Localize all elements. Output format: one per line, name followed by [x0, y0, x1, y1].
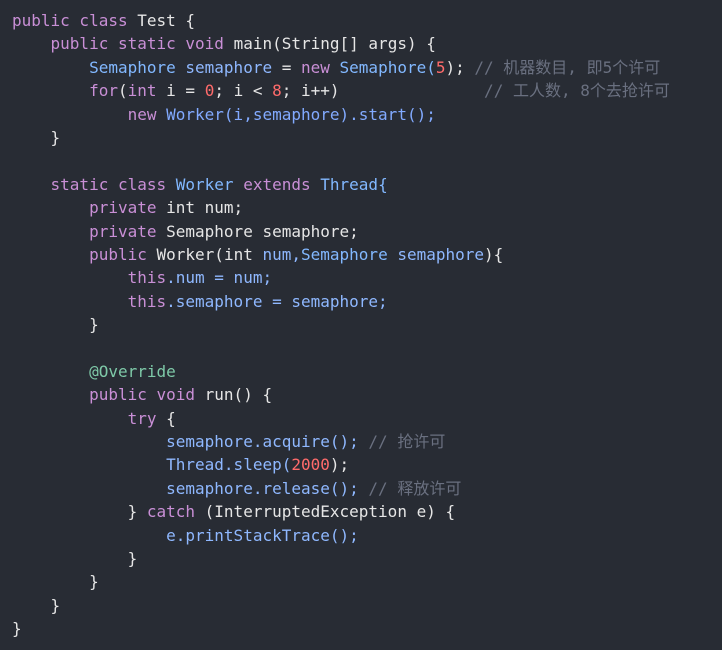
code-token: }	[12, 502, 147, 522]
code-block: public class Test { public static void m…	[12, 9, 722, 641]
code-token: ; i <	[214, 81, 273, 101]
code-token: Thread.sleep(	[12, 455, 292, 475]
code-token: Thread{	[320, 174, 388, 194]
code-editor: public class Test { public static void m…	[0, 0, 722, 650]
code-token: 2000	[291, 455, 330, 475]
code-token: }	[12, 315, 99, 335]
code-token: }	[12, 619, 22, 639]
code-line: }	[12, 126, 722, 149]
code-token: public class	[12, 11, 138, 30]
code-token: ){	[484, 244, 504, 264]
code-line: public Worker(int num,Semaphore semaphor…	[12, 243, 722, 266]
code-token: catch	[146, 502, 205, 522]
code-comment: // 释放许可	[368, 478, 462, 498]
code-token: private	[12, 198, 167, 218]
code-token: =	[272, 57, 301, 77]
code-token: 8	[272, 81, 282, 101]
code-token: }	[12, 572, 99, 592]
code-token: e.printStackTrace();	[12, 525, 359, 545]
code-line: public class Test {	[12, 9, 722, 32]
code-token: Worker	[175, 174, 244, 194]
code-token: new	[12, 104, 167, 124]
code-token: (InterruptedException e) {	[204, 502, 456, 522]
code-token: semaphore	[397, 244, 485, 264]
code-line: for(int i = 0; i < 8; i++) // 工人数, 8个去抢许…	[12, 79, 722, 102]
code-token: Worker(	[156, 244, 224, 264]
code-line: }	[12, 617, 722, 640]
code-token: private	[12, 221, 167, 241]
code-token: Semaphore semaphore;	[166, 221, 359, 241]
code-token: for	[12, 81, 118, 101]
code-token: );	[445, 57, 475, 77]
code-line: this.semaphore = semaphore;	[12, 290, 722, 313]
code-token: int	[127, 81, 157, 101]
code-token: semaphore	[185, 57, 273, 77]
code-token: Worker(i,semaphore).start();	[166, 104, 436, 124]
code-token: 5	[435, 57, 446, 77]
code-token: extends	[243, 174, 321, 194]
code-token: Test {	[137, 11, 196, 30]
code-line: }	[12, 313, 722, 336]
code-token: i =	[156, 81, 205, 101]
code-token: @Override	[12, 361, 176, 381]
code-token: try	[12, 408, 167, 428]
code-token: semaphore.release();	[12, 478, 369, 498]
code-token: {	[166, 408, 176, 428]
code-token: main(String[] args) {	[233, 34, 436, 54]
code-line: Thread.sleep(2000);	[12, 453, 722, 476]
code-token: public static void	[12, 34, 234, 54]
code-token: static class	[12, 174, 176, 194]
code-line: semaphore.acquire(); // 抢许可	[12, 430, 722, 453]
code-token: ; i++)	[281, 81, 340, 101]
code-token: .semaphore = semaphore;	[166, 291, 388, 311]
code-token: }	[12, 127, 61, 147]
code-line: this.num = num;	[12, 266, 722, 289]
code-token: this	[12, 291, 167, 311]
code-line: static class Worker extends Thread{	[12, 173, 722, 196]
code-token: Semaphore(	[339, 57, 436, 77]
code-token: Semaphore	[12, 57, 186, 77]
code-line: public static void main(String[] args) {	[12, 32, 722, 55]
code-comment: // 抢许可	[368, 432, 446, 452]
code-token: (	[117, 81, 128, 101]
code-line: public void run() {	[12, 383, 722, 406]
code-line: e.printStackTrace();	[12, 524, 722, 547]
code-token: .num = num;	[166, 268, 273, 288]
code-line: }	[12, 594, 722, 617]
code-line: }	[12, 547, 722, 570]
code-token: public	[12, 244, 157, 264]
code-comment: // 机器数目, 即5个许可	[474, 57, 661, 77]
code-token: this	[12, 268, 167, 288]
code-line: private int num;	[12, 196, 722, 219]
code-line: private Semaphore semaphore;	[12, 220, 722, 243]
code-line: }	[12, 570, 722, 593]
code-token: int num;	[166, 198, 244, 218]
code-token: run() {	[204, 385, 273, 405]
code-token: 0	[204, 81, 215, 101]
code-line: new Worker(i,semaphore).start();	[12, 103, 722, 126]
code-line: Semaphore semaphore = new Semaphore(5); …	[12, 56, 722, 79]
code-line: try {	[12, 407, 722, 430]
code-token: int	[223, 244, 263, 264]
code-token: public void	[12, 385, 205, 405]
code-token: }	[12, 595, 61, 615]
code-line: @Override	[12, 360, 722, 383]
code-token: Semaphore	[301, 244, 398, 264]
code-comment: // 工人数, 8个去抢许可	[339, 81, 670, 101]
code-token: }	[12, 548, 138, 568]
code-token: );	[329, 455, 350, 475]
code-token: semaphore.acquire();	[12, 432, 369, 452]
code-line: semaphore.release(); // 释放许可	[12, 477, 722, 500]
code-token: new	[301, 57, 340, 77]
code-token: num,	[262, 244, 301, 264]
code-line: } catch (InterruptedException e) {	[12, 500, 722, 523]
